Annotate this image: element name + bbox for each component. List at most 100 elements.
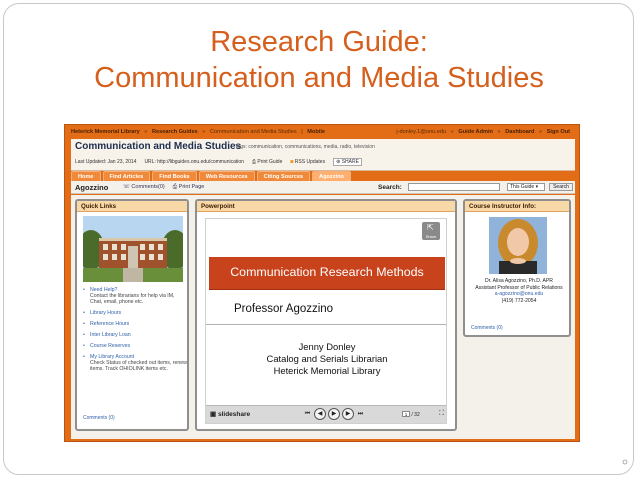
quick-links-box: Quick Links • Need Help? Contact the lib… — [75, 199, 189, 431]
mobile-link[interactable]: Mobile — [307, 129, 325, 135]
comment-icon: ☏ — [123, 184, 130, 190]
comments-label: Comments(0) — [131, 184, 165, 190]
breadcrumb-separator: » — [144, 129, 148, 135]
last-slide-icon[interactable]: ⏭ — [356, 408, 365, 420]
slide-title: Research Guide: Communication and Media … — [0, 24, 638, 96]
last-updated: Last Updated: Jan 23, 2014 — [75, 159, 137, 165]
print-guide-label: Print Guide — [257, 159, 283, 165]
total-pages: / 32 — [411, 412, 420, 418]
print-page-link[interactable]: ⎙ Print Page — [173, 184, 205, 191]
breadcrumb-research-guides[interactable]: Research Guides — [152, 129, 198, 135]
library-hours-link[interactable]: Library Hours — [90, 310, 121, 316]
printer-icon: ⎙ — [172, 184, 178, 190]
guide-tabs: Home Find Articles Find Books Web Resour… — [71, 171, 351, 181]
slide-title-line-2: Communication and Media Studies — [94, 62, 544, 94]
tab-agozzino[interactable]: Agozzino — [312, 171, 351, 181]
breadcrumb-current: Communication and Media Studies — [209, 129, 297, 135]
share-icon: ⊕ — [336, 159, 341, 165]
sign-out-link[interactable]: Sign Out — [547, 129, 570, 135]
instructor-box: Course Instructor Info: Dr. Alisa Agozzi… — [463, 199, 571, 337]
dashboard-link[interactable]: Dashboard — [505, 129, 534, 135]
slide-navigation: ⏮ ◀ ▶ ▶ ⏭ — [303, 408, 365, 420]
slide-professor: Professor Agozzino — [234, 303, 334, 315]
guide-header: Communication and Media Studies Tags: co… — [71, 139, 575, 171]
printer-icon: ⎙ — [251, 159, 256, 165]
comments-link[interactable]: ☏ Comments(0) — [123, 184, 165, 191]
first-slide-icon[interactable]: ⏮ — [303, 408, 312, 420]
search-label: Search: — [378, 184, 402, 191]
guide-url: URL: http://libguides.onu.edu/communicat… — [144, 159, 244, 165]
previous-slide-icon[interactable]: ◀ — [314, 408, 326, 420]
search-scope-select[interactable]: This Guide ▾ — [507, 183, 545, 191]
instructor-email-link[interactable]: a-agozzino@onu.edu — [469, 291, 569, 298]
tab-web-resources[interactable]: Web Resources — [198, 171, 255, 181]
rss-link[interactable]: ◙ RSS Updates — [290, 159, 325, 165]
slide-corner-mark — [622, 459, 628, 465]
slide-speaker: Jenny Donley Catalog and Serials Librari… — [206, 341, 446, 377]
tab-citing-sources[interactable]: Citing Sources — [256, 171, 311, 181]
slideshare-logo-label: slideshare — [217, 411, 251, 418]
slide-page-indicator: 1 / 32 — [402, 411, 420, 418]
list-item: Need Help? Contact the librarians for he… — [83, 287, 187, 305]
reference-hours-link[interactable]: Reference Hours — [90, 321, 129, 327]
quick-links-comments-link[interactable]: Comments (0) — [83, 415, 115, 421]
list-item: Course Reserves — [83, 343, 187, 349]
instructor-header: Course Instructor Info: — [465, 201, 569, 212]
instructor-comments-link[interactable]: Comments (0) — [471, 325, 503, 331]
guide-tags: Tags: communication, communications, med… — [235, 144, 375, 150]
instructor-phone: (419) 772-2054 — [501, 297, 537, 304]
next-slide-icon[interactable]: ▶ — [342, 408, 354, 420]
search-scope-value: This Guide — [510, 184, 535, 190]
guide-admin-link[interactable]: Guide Admin — [458, 129, 493, 135]
top-navigation: Heterick Memorial Library » Research Gui… — [71, 129, 573, 139]
embed-share-label: Share — [425, 234, 437, 239]
print-guide-link[interactable]: ⎙ Print Guide — [252, 159, 282, 165]
instructor-photo — [489, 217, 547, 274]
list-item: Library Hours — [83, 310, 187, 316]
list-item: My Library Account Check Status of check… — [83, 354, 187, 372]
quick-links-header: Quick Links — [77, 201, 187, 212]
embed-share-button[interactable]: ⇱ Share — [422, 222, 440, 240]
slide-title-line-1: Research Guide: — [210, 26, 428, 58]
powerpoint-box: Powerpoint ⇱ Share Communication Researc… — [195, 199, 457, 431]
list-item: Inter Library Loan — [83, 332, 187, 338]
tab-find-articles[interactable]: Find Articles — [102, 171, 151, 181]
slideshare-logo[interactable]: ▣ slideshare — [210, 410, 250, 418]
instructor-details: Dr. Alisa Agozzino, Ph.D. APR Assistant … — [469, 278, 569, 304]
tab-home[interactable]: Home — [71, 171, 101, 181]
libguide-screenshot: Heterick Memorial Library » Research Gui… — [64, 124, 580, 442]
account-separator: » — [450, 129, 454, 135]
page-toolbar: Agozzino ☏ Comments(0) ⎙ Print Page Sear… — [71, 181, 575, 194]
speaker-role: Catalog and Serials Librarian — [266, 353, 388, 364]
inter-library-loan-link[interactable]: Inter Library Loan — [90, 332, 131, 338]
slideshare-icon: ▣ — [210, 411, 217, 418]
play-icon[interactable]: ▶ — [328, 408, 340, 420]
guide-content: Quick Links • Need Help? Contact the lib… — [71, 195, 575, 439]
guide-title: Communication and Media Studies — [75, 141, 242, 152]
instructor-name: Dr. Alisa Agozzino, Ph.D. APR — [485, 278, 553, 284]
account-separator: » — [497, 129, 501, 135]
page-name: Agozzino — [75, 183, 109, 192]
chevron-down-icon: ▾ — [535, 184, 539, 190]
slideshare-embed[interactable]: ⇱ Share Communication Research Methods P… — [205, 218, 447, 424]
print-page-label: Print Page — [178, 184, 205, 190]
slideshare-controls: ▣ slideshare ⏮ ◀ ▶ ▶ ⏭ 1 / 32 ⛶ — [206, 405, 446, 423]
library-building-image — [83, 216, 183, 282]
course-reserves-link[interactable]: Course Reserves — [90, 343, 130, 349]
rss-label: RSS Updates — [294, 159, 326, 165]
guide-meta: Last Updated: Jan 23, 2014 URL: http://l… — [75, 158, 362, 166]
share-button[interactable]: ⊕ SHARE — [333, 158, 362, 166]
need-help-description: Contact the librarians for help via IM, … — [90, 293, 175, 305]
current-page-input[interactable]: 1 — [402, 411, 410, 417]
rss-icon: ◙ — [290, 159, 294, 165]
fullscreen-icon[interactable]: ⛶ — [439, 410, 444, 418]
breadcrumb-library[interactable]: Heterick Memorial Library — [71, 129, 140, 135]
page-tools: ☏ Comments(0) ⎙ Print Page — [123, 184, 204, 191]
list-item: Reference Hours — [83, 321, 187, 327]
speaker-name: Jenny Donley — [298, 341, 356, 352]
search-input[interactable] — [408, 183, 500, 191]
share-label: SHARE — [341, 159, 359, 165]
tab-find-books[interactable]: Find Books — [152, 171, 197, 181]
account-separator: » — [539, 129, 543, 135]
search-button[interactable]: Search — [549, 183, 573, 191]
